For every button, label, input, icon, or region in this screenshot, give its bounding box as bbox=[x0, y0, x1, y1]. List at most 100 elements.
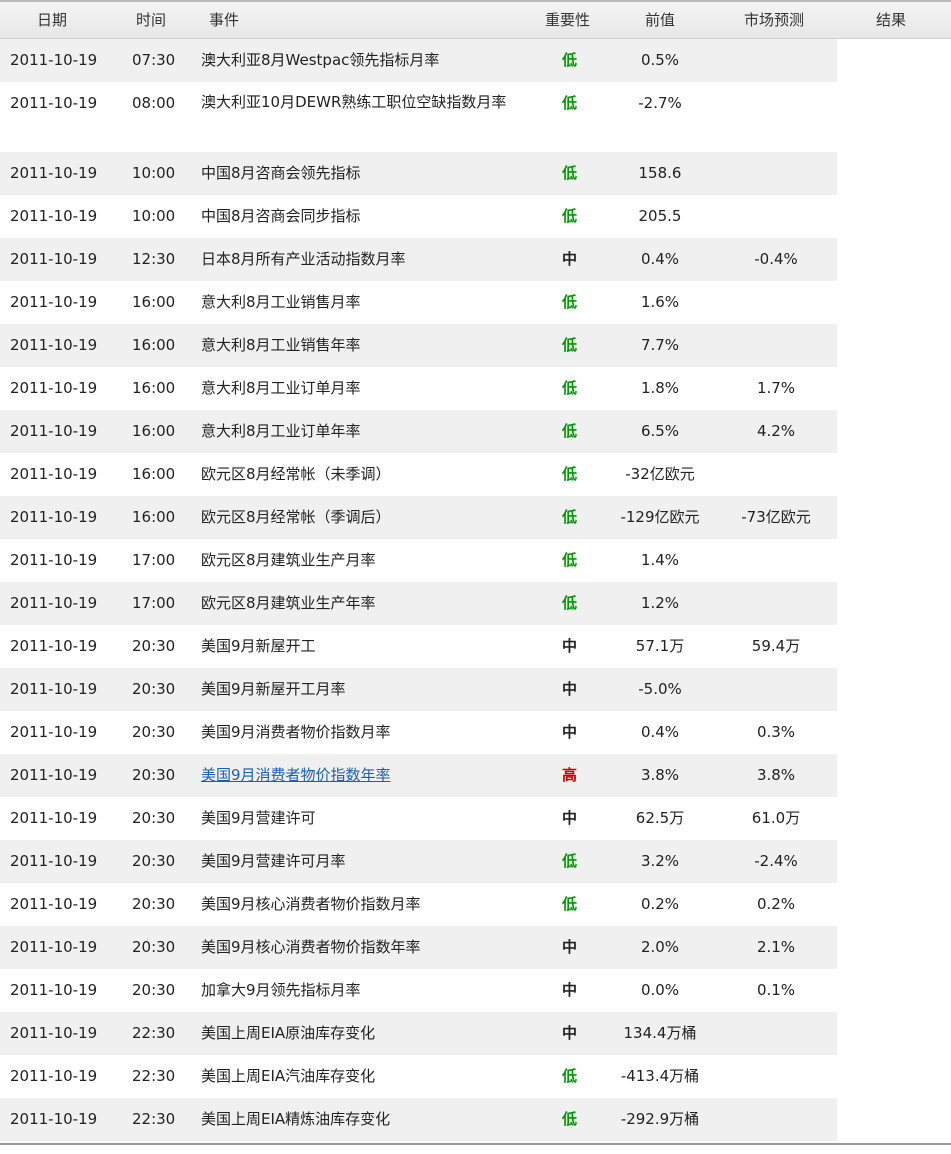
row-time: 16:00 bbox=[132, 336, 176, 354]
row-importance: 低 bbox=[562, 1067, 578, 1085]
row-time: 20:30 bbox=[132, 723, 176, 741]
bottom-border bbox=[0, 1143, 951, 1145]
row-forecast: 3.8% bbox=[756, 766, 796, 784]
header-event: 事件 bbox=[209, 11, 240, 29]
row-previous: 1.6% bbox=[640, 293, 680, 311]
row-event: 美国上周EIA汽油库存变化 bbox=[201, 1067, 376, 1085]
row-importance: 低 bbox=[562, 852, 578, 870]
row-importance: 中 bbox=[562, 809, 578, 827]
row-time: 20:30 bbox=[132, 981, 176, 999]
table-row: 2011-10-19 20:30 美国9月核心消费者物价指数月率 低 0.2% 0.2% bbox=[0, 883, 837, 926]
row-time: 20:30 bbox=[132, 637, 176, 655]
row-date: 2011-10-19 bbox=[10, 164, 98, 182]
row-event: 意大利8月工业销售年率 bbox=[201, 336, 361, 354]
row-event: 意大利8月工业订单月率 bbox=[201, 379, 361, 397]
row-event: 欧元区8月建筑业生产月率 bbox=[201, 551, 376, 569]
row-event: 美国9月核心消费者物价指数年率 bbox=[201, 938, 421, 956]
table-row: 2011-10-19 17:00 欧元区8月建筑业生产月率 低 1.4% bbox=[0, 539, 837, 582]
row-importance: 中 bbox=[562, 680, 578, 698]
row-event: 美国9月新屋开工 bbox=[201, 637, 316, 655]
row-previous: 1.4% bbox=[640, 551, 680, 569]
row-forecast: 0.2% bbox=[756, 895, 796, 913]
row-time: 16:00 bbox=[132, 508, 176, 526]
table-row: 2011-10-19 10:00 中国8月咨商会领先指标 低 158.6 bbox=[0, 152, 837, 195]
row-date: 2011-10-19 bbox=[10, 336, 98, 354]
row-importance: 低 bbox=[562, 508, 578, 526]
row-event: 日本8月所有产业活动指数月率 bbox=[201, 250, 406, 268]
row-time: 16:00 bbox=[132, 379, 176, 397]
table-row: 2011-10-19 20:30 加拿大9月领先指标月率 中 0.0% 0.1% bbox=[0, 969, 837, 1012]
row-time: 22:30 bbox=[132, 1024, 176, 1042]
row-event: 欧元区8月经常帐（未季调） bbox=[201, 465, 391, 483]
row-previous: 7.7% bbox=[640, 336, 680, 354]
row-importance: 低 bbox=[562, 293, 578, 311]
row-previous: -2.7% bbox=[638, 94, 682, 112]
row-previous: 0.5% bbox=[640, 51, 680, 69]
table-row: 2011-10-19 17:00 欧元区8月建筑业生产年率 低 1.2% bbox=[0, 582, 837, 625]
row-forecast: -2.4% bbox=[754, 852, 798, 870]
table-row: 2011-10-19 16:00 意大利8月工业订单月率 低 1.8% 1.7% bbox=[0, 367, 837, 410]
row-importance: 中 bbox=[562, 938, 578, 956]
row-date: 2011-10-19 bbox=[10, 293, 98, 311]
table-row: 2011-10-19 12:30 日本8月所有产业活动指数月率 中 0.4% -0.4% bbox=[0, 238, 837, 281]
table-row: 2011-10-19 08:00 澳大利亚10月DEWR熟练工职位空缺指数月率 低 -2… bbox=[0, 82, 837, 152]
row-date: 2011-10-19 bbox=[10, 637, 98, 655]
row-importance: 低 bbox=[562, 594, 578, 612]
row-previous: 2.0% bbox=[640, 938, 680, 956]
header-previous: 前值 bbox=[645, 11, 676, 29]
row-forecast: 1.7% bbox=[756, 379, 796, 397]
row-event-link[interactable]: 美国9月消费者物价指数年率 bbox=[201, 765, 391, 785]
row-date: 2011-10-19 bbox=[10, 680, 98, 698]
row-previous: -5.0% bbox=[638, 680, 682, 698]
row-time: 16:00 bbox=[132, 422, 176, 440]
row-event: 澳大利亚10月DEWR熟练工职位空缺指数月率 bbox=[201, 93, 507, 111]
row-date: 2011-10-19 bbox=[10, 895, 98, 913]
row-event: 美国上周EIA原油库存变化 bbox=[201, 1024, 376, 1042]
row-importance: 低 bbox=[562, 336, 578, 354]
row-event: 美国9月营建许可 bbox=[201, 809, 316, 827]
row-importance: 中 bbox=[562, 637, 578, 655]
row-forecast: 2.1% bbox=[756, 938, 796, 956]
row-previous: 205.5 bbox=[638, 207, 682, 225]
row-importance: 中 bbox=[562, 1024, 578, 1042]
table-row: 2011-10-19 20:30 美国9月新屋开工 中 57.1万 59.4万 bbox=[0, 625, 837, 668]
table-row: 2011-10-19 16:00 意大利8月工业订单年率 低 6.5% 4.2% bbox=[0, 410, 837, 453]
row-previous: 134.4万桶 bbox=[623, 1024, 697, 1042]
row-previous: 3.8% bbox=[640, 766, 680, 784]
row-previous: 3.2% bbox=[640, 852, 680, 870]
table-row: 2011-10-19 20:30 美国9月营建许可 中 62.5万 61.0万 bbox=[0, 797, 837, 840]
row-time: 20:30 bbox=[132, 895, 176, 913]
table-row: 2011-10-19 22:30 美国上周EIA汽油库存变化 低 -413.4万桶 bbox=[0, 1055, 837, 1098]
row-importance: 低 bbox=[562, 51, 578, 69]
row-date: 2011-10-19 bbox=[10, 766, 98, 784]
row-importance: 中 bbox=[562, 723, 578, 741]
row-event: 中国8月咨商会同步指标 bbox=[201, 207, 361, 225]
row-time: 20:30 bbox=[132, 938, 176, 956]
header-date: 日期 bbox=[37, 11, 68, 29]
row-event: 中国8月咨商会领先指标 bbox=[201, 164, 361, 182]
row-previous: 0.2% bbox=[640, 895, 680, 913]
table-row: 2011-10-19 07:30 澳大利亚8月Westpac领先指标月率 低 0.5% bbox=[0, 39, 837, 82]
row-importance: 低 bbox=[562, 422, 578, 440]
row-importance: 低 bbox=[562, 94, 578, 112]
header-time: 时间 bbox=[136, 11, 167, 29]
row-forecast: 59.4万 bbox=[751, 637, 801, 655]
row-event: 欧元区8月建筑业生产年率 bbox=[201, 594, 376, 612]
row-importance: 中 bbox=[562, 981, 578, 999]
row-date: 2011-10-19 bbox=[10, 422, 98, 440]
table-row: 2011-10-19 16:00 意大利8月工业销售月率 低 1.6% bbox=[0, 281, 837, 324]
table-row: 2011-10-19 10:00 中国8月咨商会同步指标 低 205.5 bbox=[0, 195, 837, 238]
row-time: 10:00 bbox=[132, 164, 176, 182]
row-date: 2011-10-19 bbox=[10, 723, 98, 741]
row-time: 07:30 bbox=[132, 51, 176, 69]
row-time: 20:30 bbox=[132, 852, 176, 870]
row-previous: -32亿欧元 bbox=[625, 465, 695, 483]
row-time: 20:30 bbox=[132, 680, 176, 698]
row-previous: 0.0% bbox=[640, 981, 680, 999]
row-previous: 0.4% bbox=[640, 250, 680, 268]
table-row: 2011-10-19 20:30 美国9月新屋开工月率 中 -5.0% bbox=[0, 668, 837, 711]
row-forecast: 0.3% bbox=[756, 723, 796, 741]
calendar-table-body: 2011-10-19 07:30 澳大利亚8月Westpac领先指标月率低 0.5% 2… bbox=[0, 39, 837, 1141]
row-date: 2011-10-19 bbox=[10, 51, 98, 69]
row-previous: -413.4万桶 bbox=[620, 1067, 700, 1085]
